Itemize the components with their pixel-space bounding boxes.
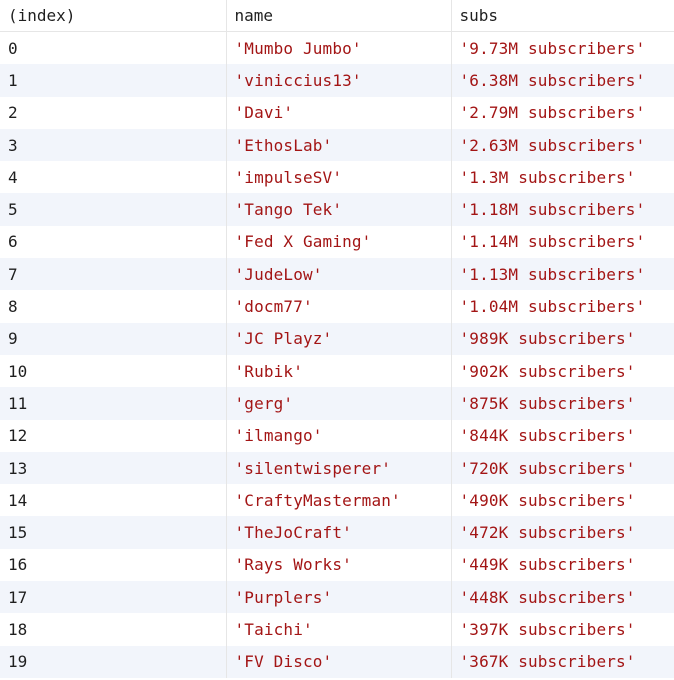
table-row: 6 'Fed X Gaming' '1.14M subscribers' (0, 225, 674, 259)
table-row: 12'ilmango' '844K subscribers' (0, 419, 674, 452)
cell-subs: '1.18M subscribers' (451, 193, 674, 226)
cell-subs: '472K subscribers' (451, 516, 674, 549)
table-row: 19 'FV Disco' '367K subscribers' (0, 645, 674, 678)
cell-index: 4 (0, 161, 227, 194)
cell-index: 3 (0, 128, 227, 162)
cell-index: 15 (0, 516, 227, 549)
cell-index: 9 (0, 322, 227, 355)
table-row: 0 'Mumbo Jumbo' '9.73M subscribers' (0, 31, 674, 65)
cell-index: 16 (0, 548, 227, 582)
table-row: 7 'JudeLow' '1.13M subscribers' (0, 258, 674, 291)
cell-name: 'Davi' (226, 96, 452, 129)
data-table: (index) name subs 0 'Mumbo Jumbo' '9.73M s… (0, 0, 674, 678)
table-row: 8'docm77' '1.04M subscribers' (0, 290, 674, 323)
cell-index: 13 (0, 451, 227, 485)
cell-index: 19 (0, 645, 227, 678)
cell-index: 1 (0, 64, 227, 97)
column-header-name[interactable]: name (226, 0, 452, 32)
cell-name: 'Mumbo Jumbo' (226, 31, 452, 65)
cell-subs: '448K subscribers' (451, 581, 674, 614)
cell-name: 'JudeLow' (226, 258, 452, 291)
header-row: (index) name subs (0, 0, 674, 32)
cell-subs: '989K subscribers' (451, 322, 674, 355)
cell-name: 'CraftyMasterman' (226, 484, 452, 517)
cell-subs: '902K subscribers' (451, 354, 674, 388)
cell-subs: '6.38M subscribers' (451, 64, 674, 97)
cell-name: 'FV Disco' (226, 645, 452, 678)
cell-subs: '397K subscribers' (451, 613, 674, 646)
table-row: 5 'Tango Tek' '1.18M subscribers' (0, 193, 674, 226)
cell-subs: '875K subscribers' (451, 387, 674, 420)
cell-index: 10 (0, 354, 227, 388)
cell-index: 0 (0, 31, 227, 65)
cell-index: 2 (0, 96, 227, 129)
cell-subs: '844K subscribers' (451, 419, 674, 452)
table-row: 13'silentwisperer' '720K subscribers' (0, 451, 674, 485)
table-row: 3 'EthosLab' '2.63M subscribers' (0, 128, 674, 162)
cell-subs: '1.3M subscribers' (451, 161, 674, 194)
table-row: 1'viniccius13' '6.38M subscribers' (0, 64, 674, 97)
cell-name: 'Taichi' (226, 613, 452, 646)
cell-name: 'Tango Tek' (226, 193, 452, 226)
table-row: 18 'Taichi' '397K subscribers' (0, 613, 674, 646)
table-row: 2 'Davi' '2.79M subscribers' (0, 96, 674, 129)
cell-index: 8 (0, 290, 227, 323)
cell-index: 17 (0, 581, 227, 614)
table-header: (index) name subs (0, 0, 674, 32)
table-row: 4'impulseSV' '1.3M subscribers' (0, 161, 674, 194)
cell-name: 'impulseSV' (226, 161, 452, 194)
table-row: 11'gerg' '875K subscribers' (0, 387, 674, 420)
cell-name: 'viniccius13' (226, 64, 452, 97)
cell-subs: '1.13M subscribers' (451, 258, 674, 291)
cell-name: 'docm77' (226, 290, 452, 323)
cell-name: 'Rubik' (226, 354, 452, 388)
cell-index: 6 (0, 225, 227, 259)
cell-subs: '2.63M subscribers' (451, 128, 674, 162)
cell-index: 7 (0, 258, 227, 291)
table-row: 14 'CraftyMasterman' '490K subscribers' (0, 484, 674, 517)
cell-subs: '1.14M subscribers' (451, 225, 674, 259)
cell-subs: '490K subscribers' (451, 484, 674, 517)
cell-index: 11 (0, 387, 227, 420)
cell-subs: '1.04M subscribers' (451, 290, 674, 323)
cell-name: 'EthosLab' (226, 128, 452, 162)
cell-subs: '2.79M subscribers' (451, 96, 674, 129)
cell-name: 'TheJoCraft' (226, 516, 452, 549)
cell-index: 12 (0, 419, 227, 452)
cell-subs: '449K subscribers' (451, 548, 674, 582)
console-table-view: (index) name subs 0 'Mumbo Jumbo' '9.73M s… (0, 0, 674, 680)
table-row: 16 'Rays Works' '449K subscribers' (0, 548, 674, 582)
cell-name: 'Rays Works' (226, 548, 452, 582)
cell-index: 14 (0, 484, 227, 517)
table-body: 0 'Mumbo Jumbo' '9.73M subscribers' 1'vinic… (0, 31, 674, 678)
table-row: 10 'Rubik' '902K subscribers' (0, 354, 674, 388)
cell-subs: '720K subscribers' (451, 451, 674, 485)
cell-name: 'Fed X Gaming' (226, 225, 452, 259)
table-row: 17 'Purplers' '448K subscribers' (0, 581, 674, 614)
cell-name: 'JC Playz' (226, 322, 452, 355)
cell-name: 'Purplers' (226, 581, 452, 614)
cell-name: 'gerg' (226, 387, 452, 420)
cell-name: 'silentwisperer' (226, 451, 452, 485)
cell-index: 5 (0, 193, 227, 226)
column-header-index[interactable]: (index) (0, 0, 227, 32)
cell-subs: '367K subscribers' (451, 645, 674, 678)
table-row: 9 'JC Playz' '989K subscribers' (0, 322, 674, 355)
cell-name: 'ilmango' (226, 419, 452, 452)
table-row: 15 'TheJoCraft' '472K subscribers' (0, 516, 674, 549)
cell-subs: '9.73M subscribers' (451, 31, 674, 65)
cell-index: 18 (0, 613, 227, 646)
column-header-subs[interactable]: subs (451, 0, 674, 32)
